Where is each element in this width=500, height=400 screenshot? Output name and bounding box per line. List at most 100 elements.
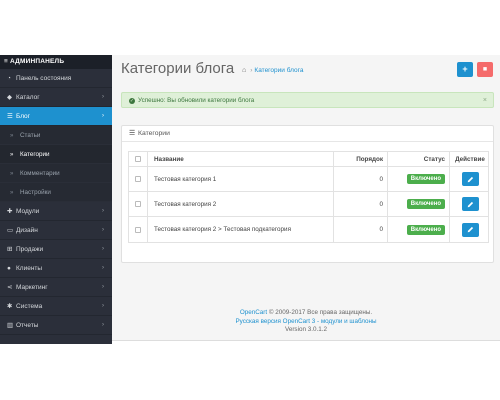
sidebar-subitem-label: Категории <box>20 151 50 158</box>
cart-icon: ⊞ <box>7 246 13 253</box>
row-checkbox-cell <box>129 167 148 191</box>
column-header-order[interactable]: Порядок <box>334 152 388 166</box>
double-chevron-icon: » <box>10 171 14 177</box>
sidebar-item-marketing[interactable]: ⋖ Маркетинг › <box>0 278 112 297</box>
row-order: 0 <box>334 217 388 242</box>
delete-button[interactable]: ■ <box>477 62 493 77</box>
sidebar-subitem-articles[interactable]: » Статьи <box>0 126 112 145</box>
sidebar-subitem-categories[interactable]: » Категории <box>0 145 112 164</box>
panel-heading: ☰ Категории <box>122 126 493 142</box>
version-text: Version 3.0.1.2 <box>284 326 327 333</box>
page-title: Категории блога <box>121 60 235 77</box>
sidebar-subitem-label: Комментарии <box>20 170 60 177</box>
row-checkbox[interactable] <box>135 176 141 182</box>
row-action-cell <box>450 167 490 191</box>
chevron-right-icon: › <box>102 227 104 233</box>
sidebar-item-sales[interactable]: ⊞ Продажи › <box>0 240 112 259</box>
sidebar-subitem-settings[interactable]: » Настройки <box>0 183 112 202</box>
column-header-action: Действие <box>455 155 485 163</box>
breadcrumb-separator: › <box>250 67 253 74</box>
table-row: Тестовая категория 1 0 Включено <box>129 167 488 192</box>
list-icon: ☰ <box>7 113 13 120</box>
categories-panel: ☰ Категории Название Порядок Статус Дейст… <box>121 125 494 263</box>
list-icon: ☰ <box>129 130 136 137</box>
sidebar-item-design[interactable]: ▭ Дизайн › <box>0 221 112 240</box>
sidebar-item-label: Дизайн <box>16 227 38 234</box>
sidebar-item-label: Система <box>16 303 43 310</box>
tag-icon: ◆ <box>7 94 12 101</box>
sidebar-item-label: Блог <box>16 113 31 120</box>
sidebar-item-label: Продажи <box>16 246 44 253</box>
sidebar-subitem-label: Статьи <box>20 132 41 139</box>
row-checkbox-cell <box>129 192 148 216</box>
sidebar-item-modules[interactable]: ✚ Модули › <box>0 202 112 221</box>
chevron-right-icon: › <box>102 94 104 100</box>
row-status-cell: Включено <box>388 192 450 216</box>
table-row: Тестовая категория 2 0 Включено <box>129 192 488 217</box>
table-row: Тестовая категория 2 > Тестовая подкатег… <box>129 217 488 242</box>
sidebar-title: АДМИНПАНЕЛЬ <box>10 58 65 65</box>
sidebar-subitem-comments[interactable]: » Комментарии <box>0 164 112 183</box>
sidebar-item-dashboard[interactable]: ◔ Панель состояния <box>0 69 112 88</box>
sidebar-item-customers[interactable]: ● Клиенты › <box>0 259 112 278</box>
row-name: Тестовая категория 2 <box>148 192 334 216</box>
edit-button[interactable] <box>461 172 479 186</box>
add-button[interactable]: + <box>457 62 473 77</box>
select-all-checkbox[interactable] <box>135 156 141 162</box>
share-icon: ⋖ <box>7 284 13 291</box>
status-badge: Включено <box>406 224 445 235</box>
sidebar-item-label: Отчеты <box>16 322 39 329</box>
row-name: Тестовая категория 1 <box>148 167 334 191</box>
sidebar-item-label: Маркетинг <box>16 284 48 291</box>
edit-button[interactable] <box>461 222 479 237</box>
categories-table: Название Порядок Статус Действие Тестова… <box>128 151 489 243</box>
pencil-icon <box>467 201 473 207</box>
breadcrumb: ⌂ › Категории блога <box>242 67 303 74</box>
sidebar-item-catalog[interactable]: ◆ Каталог › <box>0 88 112 107</box>
opencart-link[interactable]: OpenCart <box>240 309 267 316</box>
sidebar-item-label: Панель состояния <box>16 75 72 82</box>
sidebar-item-blog[interactable]: ☰ Блог › <box>0 107 112 126</box>
home-icon[interactable]: ⌂ <box>242 67 246 74</box>
row-status-cell: Включено <box>388 217 450 242</box>
dashboard-icon: ◔ <box>7 75 11 82</box>
menu-icon[interactable]: ≡ <box>4 58 8 65</box>
double-chevron-icon: » <box>10 190 14 196</box>
russian-version-link[interactable]: Русская версия OpenCart 3 - модули и шаб… <box>112 318 500 327</box>
chevron-right-icon: › <box>102 246 104 252</box>
sidebar: ≡ АДМИНПАНЕЛЬ ◔ Панель состояния ◆ Каталог… <box>0 55 112 341</box>
chevron-right-icon: › <box>102 208 104 214</box>
edit-button[interactable] <box>461 197 479 211</box>
sidebar-item-reports[interactable]: ▥ Отчеты › <box>0 316 112 335</box>
column-header-name[interactable]: Название <box>148 152 334 166</box>
double-chevron-icon: » <box>10 133 14 139</box>
sidebar-subitem-label: Настройки <box>20 189 51 196</box>
footer-copyright-text: © 2009-2017 Все права защищены. <box>267 309 373 316</box>
trash-icon: ■ <box>482 66 488 73</box>
sidebar-item-label: Каталог <box>16 94 40 101</box>
pencil-icon <box>467 176 473 182</box>
chevron-right-icon: › <box>102 284 104 290</box>
footer-copyright: OpenCart © 2009-2017 Все права защищены. <box>112 309 500 318</box>
sidebar-item-label: Клиенты <box>16 265 43 272</box>
row-checkbox[interactable] <box>135 226 141 233</box>
sidebar-item-system[interactable]: ✱ Система › <box>0 297 112 316</box>
check-circle-icon: ✓ <box>129 98 135 104</box>
chevron-right-icon: › <box>102 322 104 328</box>
sidebar-bottom-edge <box>0 341 112 344</box>
row-checkbox-cell <box>129 217 148 242</box>
close-icon[interactable]: × <box>483 93 487 108</box>
row-checkbox[interactable] <box>135 201 141 207</box>
user-icon: ● <box>7 265 11 272</box>
row-action-cell <box>450 192 490 216</box>
column-header-status[interactable]: Статус <box>388 152 450 166</box>
panel-title: Категории <box>138 130 170 137</box>
status-badge: Включено <box>406 199 445 209</box>
puzzle-icon: ✚ <box>7 208 13 215</box>
gear-icon: ✱ <box>7 303 13 310</box>
row-order: 0 <box>334 192 388 216</box>
table-header-row: Название Порядок Статус Действие <box>129 152 488 167</box>
bar-chart-icon: ▥ <box>7 322 14 329</box>
sidebar-header: ≡ АДМИНПАНЕЛЬ <box>0 55 112 69</box>
breadcrumb-link[interactable]: Категории блога <box>254 67 303 74</box>
